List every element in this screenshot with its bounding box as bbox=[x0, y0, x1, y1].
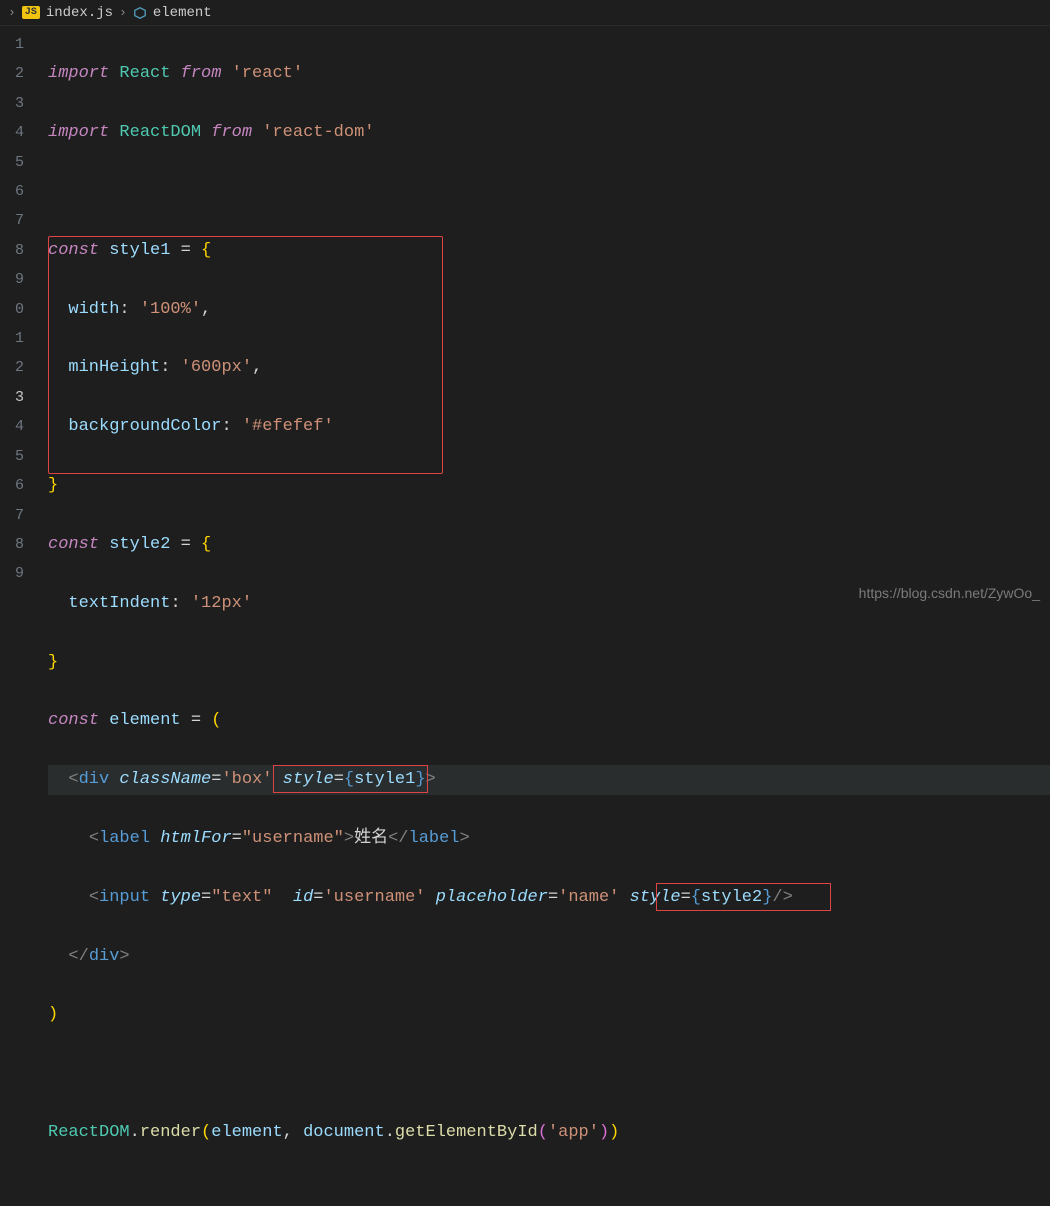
breadcrumb: › JS index.js › element bbox=[0, 0, 1050, 26]
line-number: 5 bbox=[0, 442, 30, 471]
chevron-icon: › bbox=[119, 5, 127, 20]
code-area[interactable]: import React from 'react' import ReactDO… bbox=[30, 26, 1050, 609]
symbol-variable-icon bbox=[133, 6, 147, 20]
line-number: 8 bbox=[0, 530, 30, 559]
breadcrumb-file[interactable]: index.js bbox=[46, 5, 113, 21]
line-number: 1 bbox=[0, 30, 30, 59]
line-number: 4 bbox=[0, 118, 30, 147]
line-number: 3 bbox=[0, 383, 30, 412]
line-number: 4 bbox=[0, 412, 30, 441]
line-number: 7 bbox=[0, 501, 30, 530]
line-number: 5 bbox=[0, 148, 30, 177]
watermark-text: https://blog.csdn.net/ZywOo_ bbox=[859, 585, 1040, 601]
chevron-icon: › bbox=[8, 5, 16, 20]
line-gutter: 1 2 3 4 5 6 7 8 9 0 1 2 3 4 5 6 7 8 9 bbox=[0, 26, 30, 609]
line-number: 1 bbox=[0, 324, 30, 353]
line-number: 9 bbox=[0, 559, 30, 588]
line-number: 6 bbox=[0, 471, 30, 500]
line-number: 6 bbox=[0, 177, 30, 206]
line-number: 7 bbox=[0, 206, 30, 235]
line-number: 8 bbox=[0, 236, 30, 265]
line-number: 9 bbox=[0, 265, 30, 294]
breadcrumb-symbol[interactable]: element bbox=[153, 5, 212, 21]
line-number: 2 bbox=[0, 59, 30, 88]
code-editor[interactable]: 1 2 3 4 5 6 7 8 9 0 1 2 3 4 5 6 7 8 9 im… bbox=[0, 26, 1050, 609]
line-number: 0 bbox=[0, 295, 30, 324]
line-number: 2 bbox=[0, 353, 30, 382]
line-number: 3 bbox=[0, 89, 30, 118]
js-file-icon: JS bbox=[22, 6, 40, 19]
